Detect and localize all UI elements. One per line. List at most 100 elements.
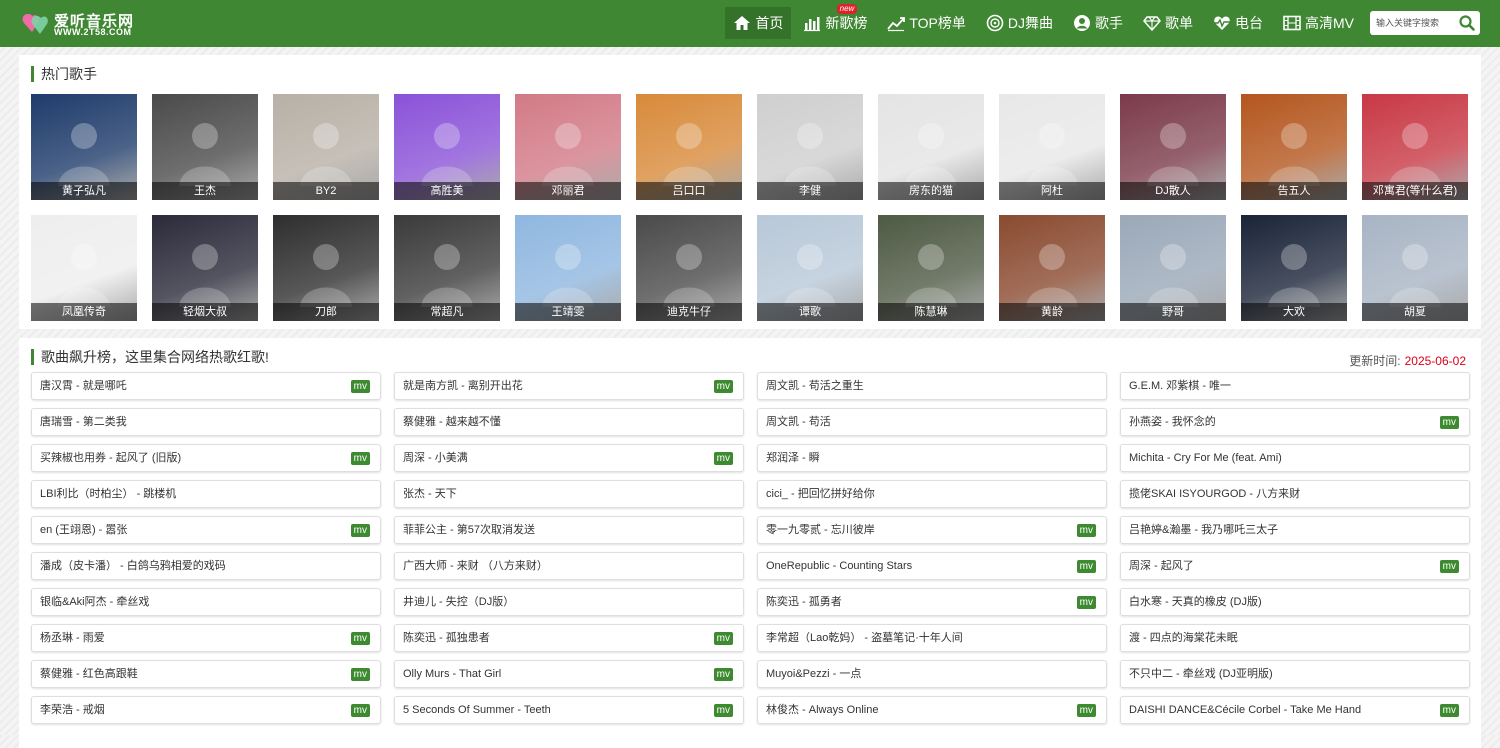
song-item[interactable]: 周文凯 - 苟活之重生 <box>757 372 1107 400</box>
song-title[interactable]: DAISHI DANCE&Cécile Corbel - Take Me Han… <box>1129 697 1361 724</box>
artist-card[interactable]: 房东的猫 <box>878 94 984 200</box>
song-title[interactable]: 唐瑞雪 - 第二类我 <box>40 409 127 436</box>
artist-card[interactable]: 黄子弘凡 <box>31 94 137 200</box>
artist-card[interactable]: 邓丽君 <box>515 94 621 200</box>
song-item[interactable]: OneRepublic - Counting Stars mv <box>757 552 1107 580</box>
song-item[interactable]: 5 Seconds Of Summer - Teeth mv <box>394 696 744 724</box>
site-logo[interactable]: 爱听音乐网 WWW.2T58.COM <box>20 8 150 40</box>
artist-card[interactable]: 轻烟大叔 <box>152 215 258 321</box>
artist-card[interactable]: 李健 <box>757 94 863 200</box>
song-title[interactable]: 就是南方凯 - 离别开出花 <box>403 373 523 400</box>
artist-card[interactable]: DJ散人 <box>1120 94 1226 200</box>
artist-card[interactable]: 常超凡 <box>394 215 500 321</box>
song-item[interactable]: 唐汉霄 - 就是哪吒 mv <box>31 372 381 400</box>
song-title[interactable]: 周文凯 - 苟活 <box>766 409 831 436</box>
song-title[interactable]: 周深 - 起风了 <box>1129 553 1194 580</box>
song-item[interactable]: 陈奕迅 - 孤勇者 mv <box>757 588 1107 616</box>
nav-item-7[interactable]: 高清MV <box>1275 7 1362 39</box>
song-title[interactable]: Muyoi&Pezzi - 一点 <box>766 661 861 688</box>
mv-badge[interactable]: mv <box>1076 704 1096 717</box>
song-title[interactable]: 孙燕姿 - 我怀念的 <box>1129 409 1216 436</box>
song-item[interactable]: 渡 - 四点的海棠花未眠 <box>1120 624 1470 652</box>
mv-badge[interactable]: mv <box>713 452 733 465</box>
song-item[interactable]: 就是南方凯 - 离别开出花 mv <box>394 372 744 400</box>
song-title[interactable]: 郑润泽 - 瞬 <box>766 445 820 472</box>
song-title[interactable]: 李荣浩 - 戒烟 <box>40 697 105 724</box>
song-item[interactable]: 周文凯 - 苟活 <box>757 408 1107 436</box>
song-item[interactable]: Olly Murs - That Girl mv <box>394 660 744 688</box>
mv-badge[interactable]: mv <box>1439 416 1459 429</box>
mv-badge[interactable]: mv <box>350 380 370 393</box>
song-title[interactable]: en (王翊恩) - 嚣张 <box>40 517 127 544</box>
song-item[interactable]: 唐瑞雪 - 第二类我 <box>31 408 381 436</box>
song-item[interactable]: LBI利比（时柏尘） - 跳楼机 <box>31 480 381 508</box>
song-item[interactable]: 白水寒 - 天真的橡皮 (DJ版) <box>1120 588 1470 616</box>
song-item[interactable]: 李常超（Lao乾妈） - 盗墓笔记·十年人间 <box>757 624 1107 652</box>
song-item[interactable]: 广西大师 - 来财 （八方来财） <box>394 552 744 580</box>
artist-card[interactable]: 野哥 <box>1120 215 1226 321</box>
song-title[interactable]: 周文凯 - 苟活之重生 <box>766 373 864 400</box>
song-item[interactable]: 买辣椒也用券 - 起风了 (旧版) mv <box>31 444 381 472</box>
song-item[interactable]: G.E.M. 邓紫棋 - 唯一 <box>1120 372 1470 400</box>
song-title[interactable]: 唐汉霄 - 就是哪吒 <box>40 373 127 400</box>
mv-badge[interactable]: mv <box>713 668 733 681</box>
song-item[interactable]: 李荣浩 - 戒烟 mv <box>31 696 381 724</box>
song-title[interactable]: 白水寒 - 天真的橡皮 (DJ版) <box>1129 589 1262 616</box>
song-item[interactable]: 揽佬SKAI ISYOURGOD - 八方来财 <box>1120 480 1470 508</box>
nav-item-0[interactable]: 首页 <box>725 7 792 39</box>
nav-item-3[interactable]: DJ舞曲 <box>978 7 1061 39</box>
nav-item-1[interactable]: 新歌榜 new <box>795 4 875 39</box>
artist-card[interactable]: 黄龄 <box>999 215 1105 321</box>
artist-card[interactable]: 告五人 <box>1241 94 1347 200</box>
song-item[interactable]: 郑润泽 - 瞬 <box>757 444 1107 472</box>
song-item[interactable]: 银临&Aki阿杰 - 牵丝戏 <box>31 588 381 616</box>
song-item[interactable]: 井迪儿 - 失控（DJ版） <box>394 588 744 616</box>
song-item[interactable]: cici_ - 把回忆拼好给你 <box>757 480 1107 508</box>
song-title[interactable]: 不只中二 - 牵丝戏 (DJ亚明版) <box>1129 661 1273 688</box>
artist-card[interactable]: 高胜美 <box>394 94 500 200</box>
song-item[interactable]: 潘成（皮卡潘） - 白鸽乌鸦相爱的戏码 <box>31 552 381 580</box>
song-title[interactable]: 陈奕迅 - 孤勇者 <box>766 589 842 616</box>
artist-card[interactable]: 刀郎 <box>273 215 379 321</box>
song-item[interactable]: 蔡健雅 - 越来越不懂 <box>394 408 744 436</box>
song-item[interactable]: 杨丞琳 - 雨爱 mv <box>31 624 381 652</box>
song-title[interactable]: 5 Seconds Of Summer - Teeth <box>403 697 551 724</box>
song-item[interactable]: DAISHI DANCE&Cécile Corbel - Take Me Han… <box>1120 696 1470 724</box>
artist-card[interactable]: 大欢 <box>1241 215 1347 321</box>
song-item[interactable]: Michita - Cry For Me (feat. Ami) <box>1120 444 1470 472</box>
song-title[interactable]: 零一九零贰 - 忘川彼岸 <box>766 517 875 544</box>
artist-card[interactable]: 吕口口 <box>636 94 742 200</box>
artist-card[interactable]: 阿杜 <box>999 94 1105 200</box>
song-title[interactable]: 买辣椒也用券 - 起风了 (旧版) <box>40 445 181 472</box>
song-title[interactable]: 渡 - 四点的海棠花未眠 <box>1129 625 1238 652</box>
nav-item-6[interactable]: 电台 <box>1205 7 1271 39</box>
mv-badge[interactable]: mv <box>713 380 733 393</box>
artist-card[interactable]: 王杰 <box>152 94 258 200</box>
song-title[interactable]: 井迪儿 - 失控（DJ版） <box>403 589 514 616</box>
song-item[interactable]: en (王翊恩) - 嚣张 mv <box>31 516 381 544</box>
mv-badge[interactable]: mv <box>350 632 370 645</box>
song-item[interactable]: 周深 - 起风了 mv <box>1120 552 1470 580</box>
mv-badge[interactable]: mv <box>350 524 370 537</box>
song-title[interactable]: 蔡健雅 - 红色高跟鞋 <box>40 661 138 688</box>
song-item[interactable]: 周深 - 小美满 mv <box>394 444 744 472</box>
mv-badge[interactable]: mv <box>350 704 370 717</box>
artist-card[interactable]: 凤凰传奇 <box>31 215 137 321</box>
search-icon[interactable] <box>1458 14 1476 32</box>
artist-card[interactable]: 邓寓君(等什么君) <box>1362 94 1468 200</box>
song-title[interactable]: Michita - Cry For Me (feat. Ami) <box>1129 445 1282 472</box>
mv-badge[interactable]: mv <box>350 668 370 681</box>
song-title[interactable]: 周深 - 小美满 <box>403 445 468 472</box>
song-title[interactable]: 广西大师 - 来财 （八方来财） <box>403 553 548 580</box>
song-title[interactable]: 蔡健雅 - 越来越不懂 <box>403 409 501 436</box>
song-title[interactable]: 陈奕迅 - 孤独患者 <box>403 625 490 652</box>
song-title[interactable]: 吕艳婷&瀚墨 - 我乃哪吒三太子 <box>1129 517 1278 544</box>
nav-item-5[interactable]: 歌单 <box>1135 7 1201 39</box>
song-title[interactable]: G.E.M. 邓紫棋 - 唯一 <box>1129 373 1231 400</box>
song-title[interactable]: 李常超（Lao乾妈） - 盗墓笔记·十年人间 <box>766 625 963 652</box>
mv-badge[interactable]: mv <box>1076 596 1096 609</box>
mv-badge[interactable]: mv <box>713 632 733 645</box>
song-title[interactable]: 林俊杰 - Always Online <box>766 697 878 724</box>
mv-badge[interactable]: mv <box>1076 560 1096 573</box>
song-item[interactable]: 菲菲公主 - 第57次取消发送 <box>394 516 744 544</box>
